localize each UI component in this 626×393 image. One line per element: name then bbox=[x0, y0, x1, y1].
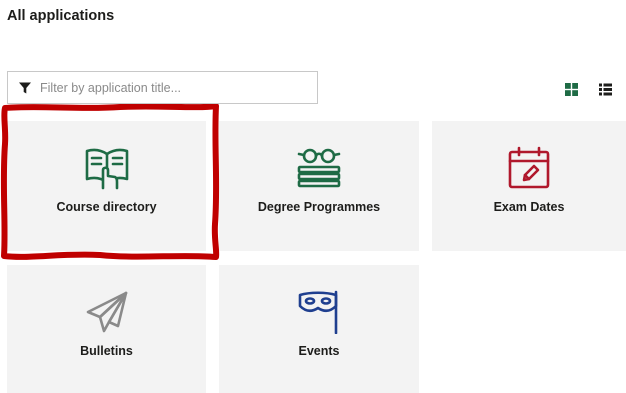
tile-exam-dates[interactable]: Exam Dates bbox=[432, 121, 626, 251]
tile-label: Exam Dates bbox=[493, 200, 565, 214]
grid-view-icon[interactable] bbox=[565, 83, 578, 96]
book-reader-icon bbox=[84, 146, 130, 190]
tile-label: Bulletins bbox=[80, 344, 133, 358]
list-view-icon[interactable] bbox=[599, 83, 612, 96]
filter-field[interactable] bbox=[7, 71, 318, 104]
tile-bulletins[interactable]: Bulletins bbox=[7, 265, 206, 393]
books-glasses-icon bbox=[296, 146, 342, 190]
tile-degree-programmes[interactable]: Degree Programmes bbox=[219, 121, 419, 251]
tile-label: Degree Programmes bbox=[257, 200, 381, 214]
tile-label: Course directory bbox=[56, 200, 157, 214]
filter-input[interactable] bbox=[40, 80, 317, 95]
filter-icon bbox=[18, 81, 32, 95]
calendar-pen-icon bbox=[507, 146, 551, 190]
mask-flag-icon bbox=[296, 290, 342, 334]
page-title: All applications bbox=[7, 8, 115, 24]
tile-events[interactable]: Events bbox=[219, 265, 419, 393]
tile-course-directory[interactable]: Course directory bbox=[7, 121, 206, 251]
paper-plane-icon bbox=[85, 290, 129, 334]
tile-label: Events bbox=[298, 344, 340, 358]
